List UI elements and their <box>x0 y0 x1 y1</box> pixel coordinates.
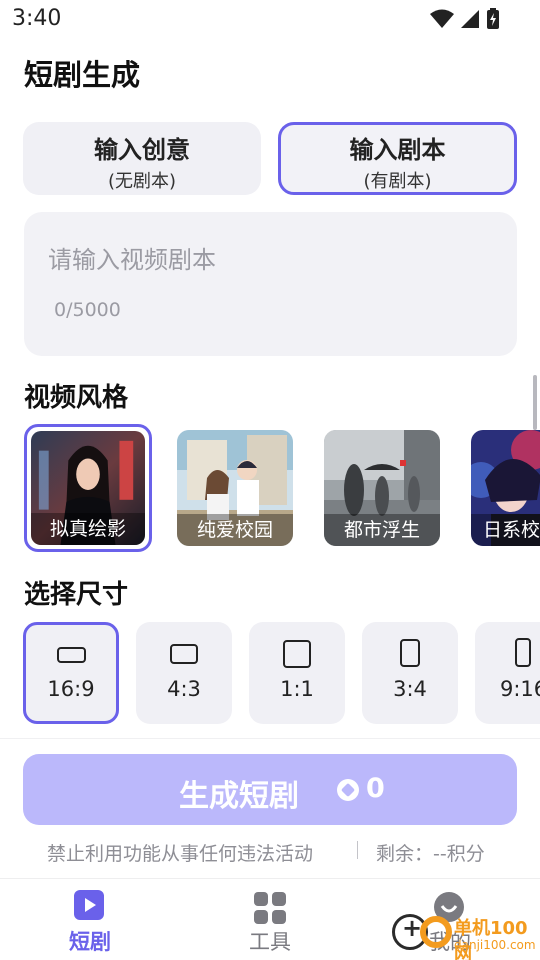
watermark-ring-icon <box>420 916 452 948</box>
video-style-title: 视频风格 <box>24 383 129 413</box>
size-option-9-16[interactable]: 9:16 <box>475 622 540 724</box>
ratio-3-4-icon <box>400 639 420 667</box>
tab-input-script-sublabel: (有剧本) <box>363 171 432 192</box>
size-title: 选择尺寸 <box>24 580 129 610</box>
watermark-text: 单机100网 <box>454 918 528 960</box>
script-input[interactable]: 请输入视频剧本 0/5000 <box>24 212 517 356</box>
tab-input-idea-sublabel: (无剧本) <box>107 171 177 192</box>
scrollbar[interactable] <box>533 375 537 430</box>
notice-divider <box>357 841 358 859</box>
status-bar: 3:40 <box>0 0 540 38</box>
points-coin-icon <box>337 779 359 801</box>
page-title: 短剧生成 <box>24 58 141 92</box>
status-time: 3:40 <box>12 6 62 31</box>
tab-input-idea-label: 输入创意 <box>94 136 190 164</box>
play-icon <box>74 890 104 920</box>
watermark: 单机100网 danji100.com <box>392 914 540 960</box>
style-card-urban-life[interactable]: 都市浮生 <box>324 430 440 546</box>
style-label-urban-life: 都市浮生 <box>324 514 440 546</box>
nav-item-tools[interactable]: 工具 <box>220 879 320 960</box>
size-option-3-4[interactable]: 3:4 <box>362 622 458 724</box>
remaining-points: 剩余：--积分 <box>376 843 485 865</box>
script-input-placeholder: 请输入视频剧本 <box>48 246 216 274</box>
style-label-campus-love: 纯爱校园 <box>177 514 293 546</box>
battery-icon <box>487 8 499 29</box>
signal-icon <box>461 10 479 28</box>
style-card-realistic[interactable]: 拟真绘影 <box>24 424 152 552</box>
style-card-campus-love[interactable]: 纯爱校园 <box>177 430 293 546</box>
wifi-icon <box>430 9 454 28</box>
style-label-japanese-campus: 日系校 <box>471 514 540 546</box>
ratio-16-9-icon <box>57 647 86 663</box>
legal-notice: 禁止利用功能从事任何违法活动 <box>47 843 314 865</box>
size-label-3-4: 3:4 <box>393 677 427 701</box>
nav-label-tools: 工具 <box>249 930 291 954</box>
ratio-1-1-icon <box>283 640 311 668</box>
generate-cost: 0 <box>366 773 385 804</box>
generate-button-label: 生成短剧 <box>179 779 299 814</box>
size-option-16-9[interactable]: 16:9 <box>23 622 119 724</box>
size-option-1-1[interactable]: 1:1 <box>249 622 345 724</box>
tab-input-script[interactable]: 输入剧本 (有剧本) <box>278 122 517 195</box>
size-label-1-1: 1:1 <box>280 677 314 701</box>
generate-button[interactable]: 生成短剧 0 <box>23 754 517 825</box>
size-label-9-16: 9:16 <box>500 677 540 701</box>
style-card-japanese-campus[interactable]: 日系校 <box>471 430 540 546</box>
size-label-4-3: 4:3 <box>167 677 201 701</box>
size-option-4-3[interactable]: 4:3 <box>136 622 232 724</box>
tab-input-script-label: 输入剧本 <box>349 136 446 164</box>
watermark-url: danji100.com <box>454 938 536 952</box>
ratio-9-16-icon <box>515 638 531 667</box>
tab-input-idea[interactable]: 输入创意 (无剧本) <box>23 122 261 195</box>
nav-item-short-drama[interactable]: 短剧 <box>40 879 140 960</box>
size-label-16-9: 16:9 <box>47 677 95 701</box>
style-label-realistic: 拟真绘影 <box>31 513 145 545</box>
nav-label-short-drama: 短剧 <box>69 930 111 954</box>
char-count: 0/5000 <box>54 299 121 321</box>
divider <box>0 738 540 739</box>
status-icons <box>430 8 500 30</box>
grid-icon <box>254 892 286 924</box>
ratio-4-3-icon <box>170 644 198 664</box>
